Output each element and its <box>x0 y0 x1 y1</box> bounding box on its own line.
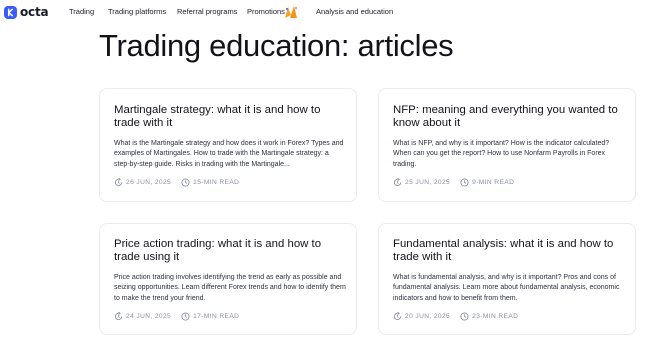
octa-logo[interactable]: octa <box>4 5 49 19</box>
refresh-clock-icon <box>114 312 123 321</box>
nav-item-analysis-and-education[interactable]: Analysis and education <box>316 7 393 16</box>
article-card[interactable]: Fundamental analysis: what it is and how… <box>378 223 636 335</box>
refresh-clock-icon <box>114 178 123 187</box>
article-date: 25 JUN, 2025 <box>405 179 451 186</box>
page-title: Trading education: articles <box>99 28 454 63</box>
article-read-time: 23-MIN READ <box>472 313 519 320</box>
article-meta: 25 JUN, 2025 9-MIN READ <box>393 178 514 187</box>
nav-item-promotions[interactable]: Promotions <box>247 7 285 16</box>
article-meta: 20 JUN, 2025 23-MIN READ <box>393 312 518 321</box>
article-description: What is the Martingale strategy and how … <box>114 140 344 168</box>
article-meta: 24 JUN, 2025 17-MIN READ <box>114 312 239 321</box>
article-date: 20 JUN, 2025 <box>405 313 451 320</box>
article-read-time: 17-MIN READ <box>193 313 240 320</box>
clock-icon <box>460 312 469 321</box>
nav-item-trading-platforms[interactable]: Trading platforms <box>108 7 166 16</box>
refresh-clock-icon <box>393 178 402 187</box>
nav-item-referral-programs[interactable]: Referral programs <box>177 7 237 16</box>
article-date: 24 JUN, 2025 <box>126 313 172 320</box>
article-title[interactable]: Price action trading: what it is and how… <box>114 238 346 264</box>
article-description: What is fundamental analysis, and why is… <box>393 274 620 302</box>
article-description: Price action trading involves identifyin… <box>114 274 346 302</box>
promotions-anniversary-badge-icon[interactable] <box>283 4 299 21</box>
clock-icon <box>460 178 469 187</box>
article-read-time: 15-MIN READ <box>193 179 240 186</box>
clock-icon <box>181 312 190 321</box>
article-card[interactable]: Price action trading: what it is and how… <box>99 223 357 335</box>
refresh-clock-icon <box>393 312 402 321</box>
octa-logo-icon <box>4 5 17 19</box>
article-title[interactable]: Fundamental analysis: what it is and how… <box>393 238 625 264</box>
top-navigation-bar: octa Trading Trading platforms Referral … <box>0 0 660 26</box>
clock-icon <box>181 178 190 187</box>
brand-name: octa <box>20 5 49 19</box>
article-card[interactable]: Martingale strategy: what it is and how … <box>99 88 357 202</box>
nav-item-trading[interactable]: Trading <box>69 7 94 16</box>
article-card[interactable]: NFP: meaning and everything you wanted t… <box>378 88 636 202</box>
article-description: What is NFP, and why is it important? Ho… <box>393 140 610 168</box>
article-date: 26 JUN, 2025 <box>126 179 172 186</box>
article-title[interactable]: NFP: meaning and everything you wanted t… <box>393 104 625 130</box>
article-title[interactable]: Martingale strategy: what it is and how … <box>114 104 346 130</box>
article-read-time: 9-MIN READ <box>472 179 515 186</box>
article-meta: 26 JUN, 2025 15-MIN READ <box>114 178 239 187</box>
